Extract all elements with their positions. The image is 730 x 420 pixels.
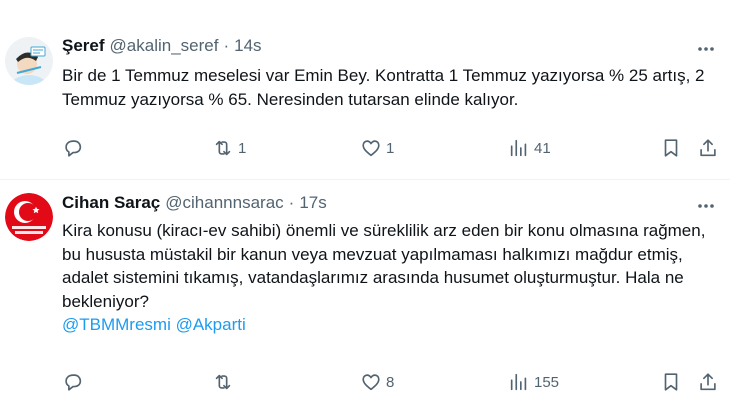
user-handle[interactable]: @akalin_seref <box>110 36 219 56</box>
reply-icon <box>65 140 82 157</box>
bookmark-icon <box>664 139 678 157</box>
action-bar: 1 1 41 <box>62 136 722 160</box>
tweet-text: Kira konusu (kiracı-ev sahibi) önemli ve… <box>62 219 722 337</box>
bookmark-button[interactable] <box>660 136 682 160</box>
like-count: 8 <box>386 373 395 391</box>
analytics-icon <box>510 139 527 157</box>
views-button[interactable]: 41 <box>508 136 551 160</box>
bookmark-button[interactable] <box>660 370 682 394</box>
display-name[interactable]: Cihan Saraç <box>62 193 160 213</box>
more-options-button[interactable] <box>695 195 717 217</box>
view-count: 155 <box>534 373 560 391</box>
retweet-icon <box>215 374 231 390</box>
share-button[interactable] <box>697 370 719 394</box>
heart-icon <box>362 140 380 157</box>
reply-icon <box>65 374 82 391</box>
avatar[interactable] <box>5 37 53 85</box>
retweet-button[interactable]: 1 <box>212 136 246 160</box>
separator: · <box>223 36 230 55</box>
like-count: 1 <box>386 139 395 157</box>
tweet-text: Bir de 1 Temmuz meselesi var Emin Bey. K… <box>62 66 705 109</box>
timestamp[interactable]: 17s <box>299 193 326 213</box>
retweet-count: 1 <box>238 139 247 157</box>
analytics-icon <box>510 373 527 391</box>
turkiye-yuzyili-logo-icon <box>5 193 53 241</box>
retweet-icon <box>215 140 231 156</box>
heart-icon <box>362 374 380 391</box>
share-icon <box>700 373 716 391</box>
tweet-header: Şeref @akalin_seref · 14s <box>62 36 262 60</box>
tweet-header: Cihan Saraç @cihannnsarac · 17s <box>62 193 327 217</box>
like-button[interactable]: 1 <box>360 136 394 160</box>
tweet-text-content: Kira konusu (kiracı-ev sahibi) önemli ve… <box>62 221 706 311</box>
retweet-button[interactable] <box>212 370 238 394</box>
share-button[interactable] <box>697 136 719 160</box>
tweet-1[interactable]: Şeref @akalin_seref · 14s Bir de 1 Temmu… <box>0 0 730 180</box>
cartoon-avatar-icon <box>5 37 53 85</box>
action-bar: 8 155 <box>62 370 722 394</box>
more-icon <box>698 204 714 208</box>
share-icon <box>700 139 716 157</box>
avatar[interactable] <box>5 193 53 241</box>
timestamp[interactable]: 14s <box>234 36 261 56</box>
display-name[interactable]: Şeref <box>62 36 105 56</box>
tweet-2[interactable]: Cihan Saraç @cihannnsarac · 17s Kira kon… <box>0 180 730 420</box>
more-icon <box>698 47 714 51</box>
like-button[interactable]: 8 <box>360 370 394 394</box>
mention-links[interactable]: @TBMMresmi @Akparti <box>62 315 246 334</box>
bookmark-icon <box>664 373 678 391</box>
reply-button[interactable] <box>62 136 88 160</box>
reply-button[interactable] <box>62 370 88 394</box>
more-options-button[interactable] <box>695 38 717 60</box>
views-button[interactable]: 155 <box>508 370 559 394</box>
separator: · <box>288 193 295 212</box>
view-count: 41 <box>534 139 551 157</box>
user-handle[interactable]: @cihannnsarac <box>165 193 283 213</box>
